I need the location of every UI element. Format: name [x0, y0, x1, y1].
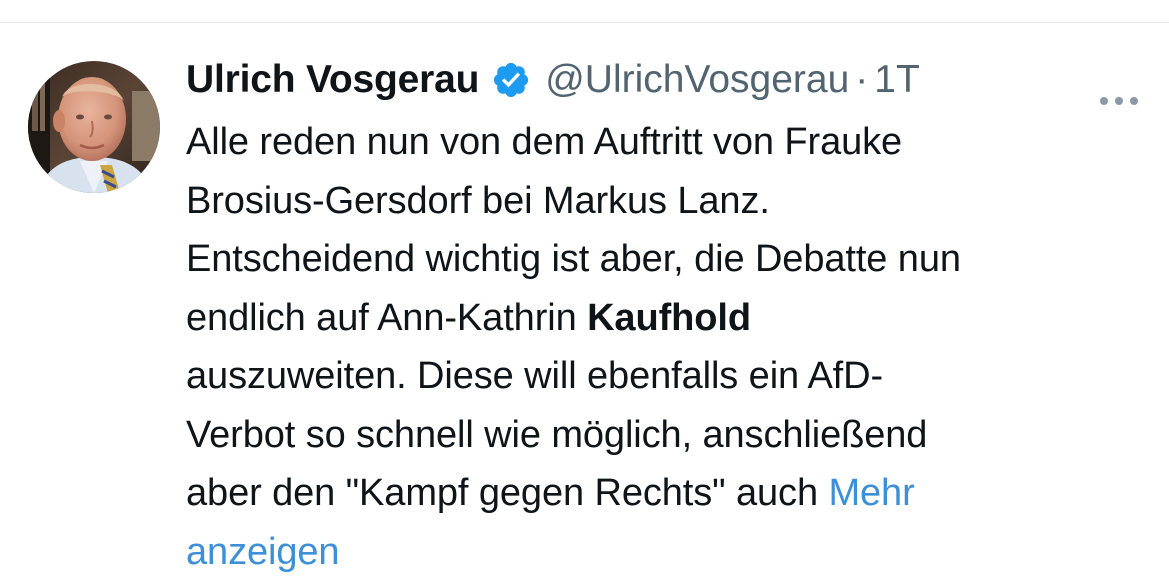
author-handle[interactable]: @UlrichVosgerau: [545, 58, 849, 102]
author-avatar[interactable]: [28, 61, 160, 193]
verified-badge-icon: [491, 60, 531, 100]
tweet-text-part-1: Alle reden nun von dem Auftritt von Frau…: [186, 121, 961, 339]
tweet-timestamp[interactable]: 1T: [874, 58, 920, 102]
tweet-text-part-2: auszuweiten. Diese will ebenfalls ein Af…: [186, 355, 928, 514]
tweet-card[interactable]: Ulrich Vosgerau @UlrichVosgerau · 1T All…: [0, 23, 1169, 586]
tweet-text-bold: Kaufhold: [587, 296, 751, 339]
author-display-name[interactable]: Ulrich Vosgerau: [186, 58, 479, 102]
tweet-header: Ulrich Vosgerau @UlrichVosgerau · 1T: [186, 55, 920, 105]
header-separator: ·: [855, 58, 869, 101]
more-options-icon[interactable]: [1096, 91, 1142, 111]
tweet-text: Alle reden nun von dem Auftritt von Frau…: [186, 113, 1156, 581]
